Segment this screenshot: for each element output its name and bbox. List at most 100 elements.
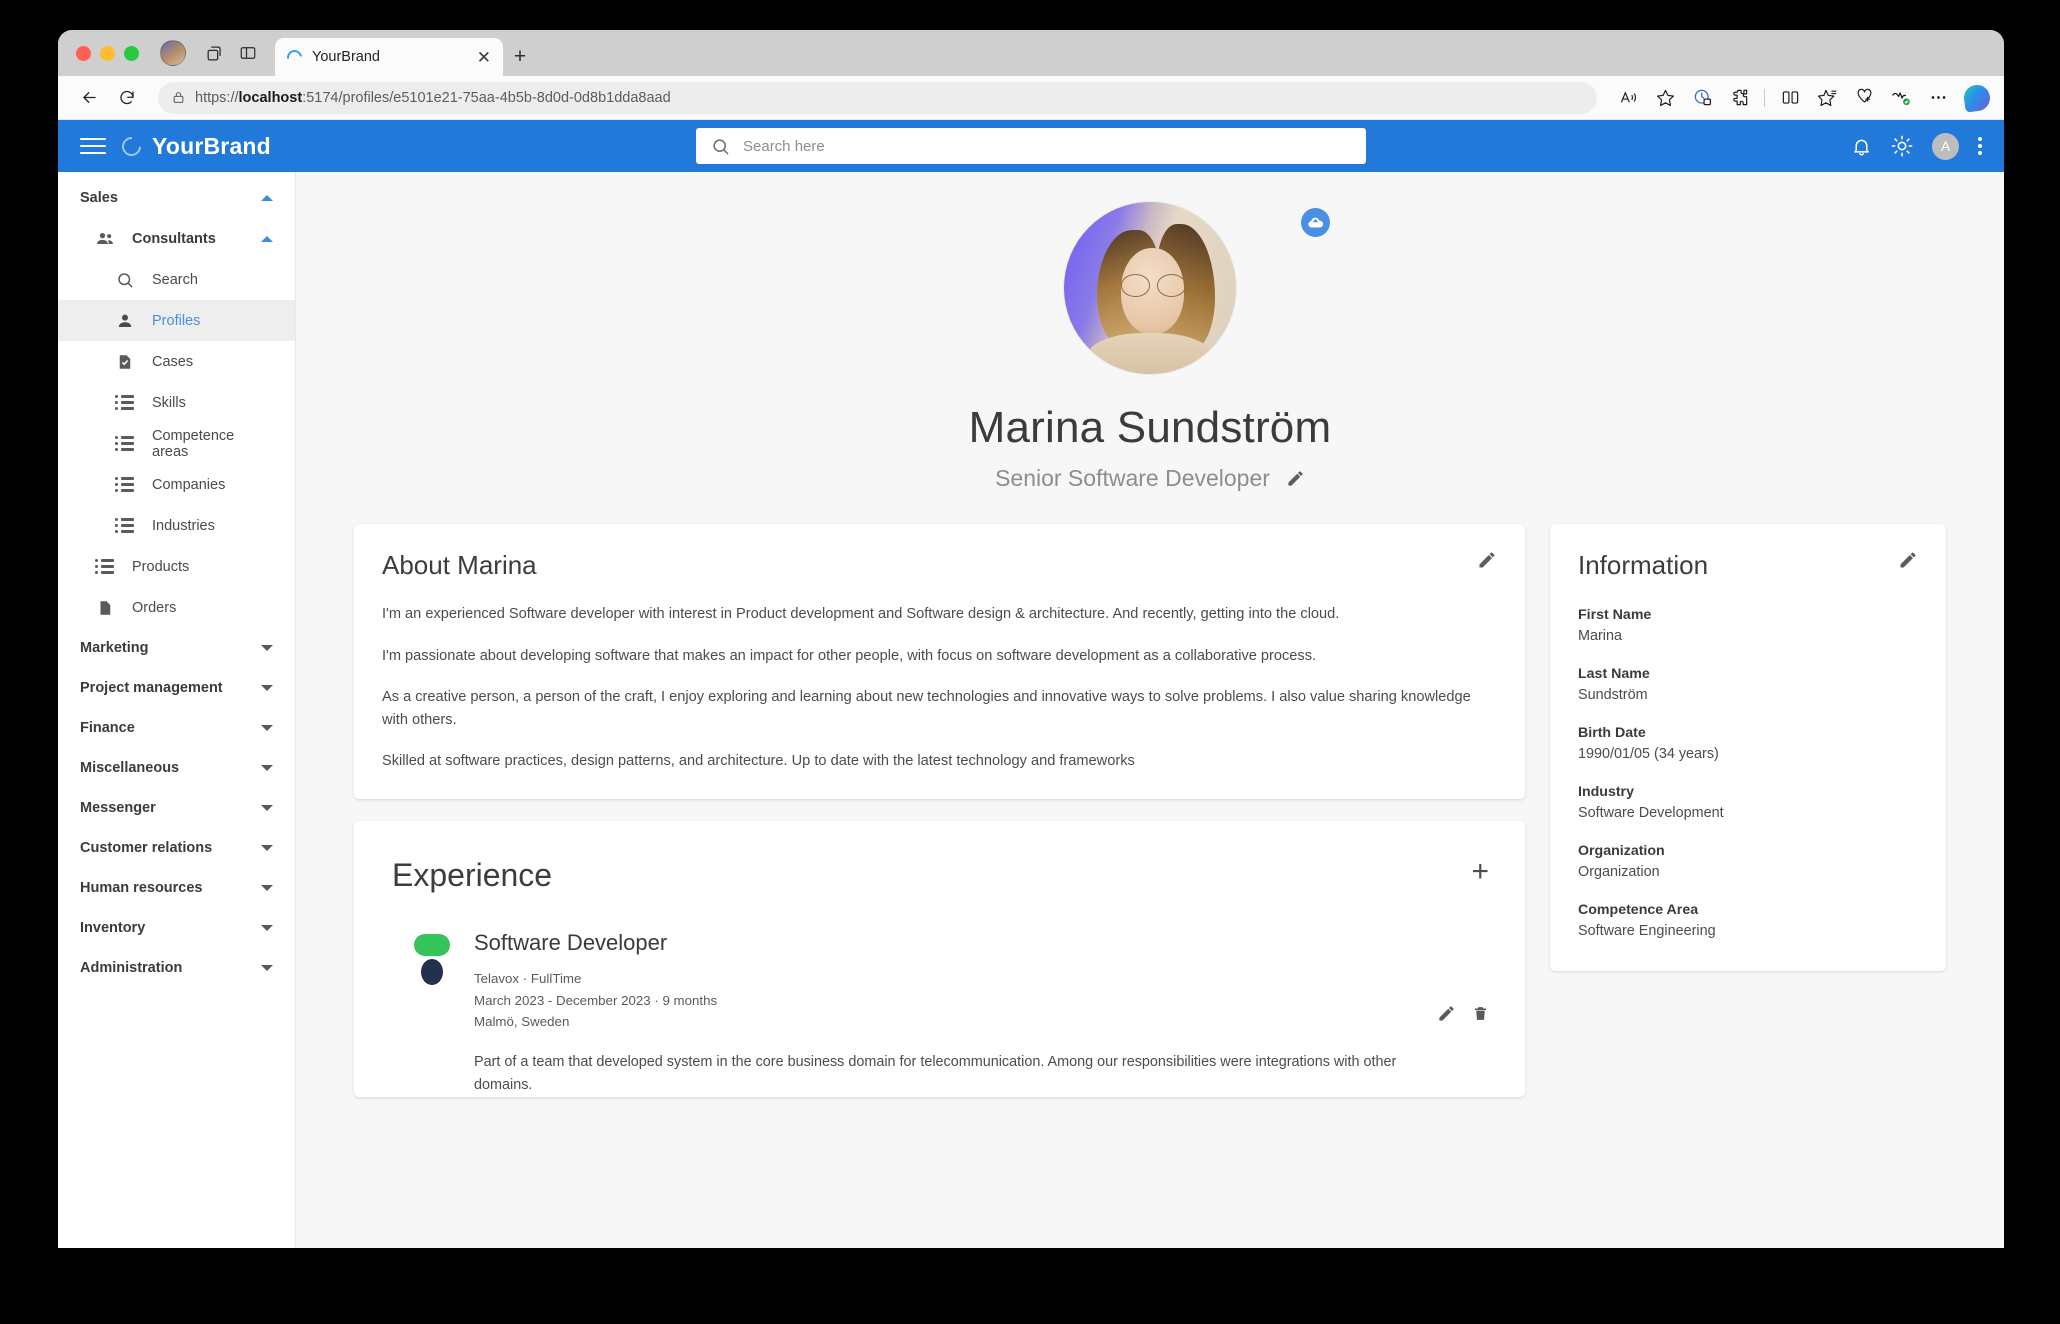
- sidebar-group-label: Miscellaneous: [80, 760, 180, 776]
- sidebar-item-consultants[interactable]: Consultants: [58, 218, 295, 259]
- sidebar: Sales Consultants Search Profiles Cases …: [58, 172, 296, 1248]
- telavox-logo-icon: [414, 930, 452, 1097]
- settings-more-icon[interactable]: [1921, 82, 1955, 114]
- sidebar-group-inventory[interactable]: Inventory: [58, 908, 295, 948]
- tracking-prevention-icon[interactable]: [1685, 82, 1719, 114]
- extensions-icon[interactable]: [1722, 82, 1756, 114]
- bell-icon[interactable]: [1851, 136, 1872, 157]
- experience-company: Telavox · FullTime: [474, 971, 582, 987]
- sidebar-group-customer-relations[interactable]: Customer relations: [58, 828, 295, 868]
- sidebar-item-skills[interactable]: Skills: [58, 382, 295, 423]
- avatar[interactable]: A: [1932, 132, 1959, 160]
- close-window-button[interactable]: [76, 45, 91, 61]
- sidebar-item-cases[interactable]: Cases: [58, 341, 295, 382]
- chevron-down-icon: [261, 685, 273, 691]
- sidebar-group-label: Administration: [80, 960, 183, 976]
- experience-title: Experience: [392, 857, 553, 894]
- sidebar-item-orders[interactable]: Orders: [58, 587, 295, 628]
- info-field-birth-date: Birth Date 1990/01/05 (34 years): [1578, 725, 1918, 762]
- people-icon: [94, 229, 115, 249]
- trash-icon[interactable]: [1472, 1005, 1489, 1027]
- sidebar-item-search[interactable]: Search: [58, 259, 295, 300]
- sidebar-item-products[interactable]: Products: [58, 546, 295, 587]
- info-label: Last Name: [1578, 666, 1650, 682]
- maximize-window-button[interactable]: [124, 45, 139, 61]
- hamburger-menu-icon[interactable]: [80, 138, 106, 154]
- sidebar-group-miscellaneous[interactable]: Miscellaneous: [58, 748, 295, 788]
- info-value: Software Development: [1578, 805, 1724, 821]
- chevron-down-icon: [261, 725, 273, 731]
- profile-header: Marina Sundström Senior Software Develop…: [296, 172, 2004, 492]
- sidebar-item-companies[interactable]: Companies: [58, 464, 295, 505]
- toolbar-divider: [1764, 88, 1765, 107]
- sidebar-group-label: Messenger: [80, 800, 156, 816]
- cloud-upload-icon[interactable]: [1301, 208, 1330, 237]
- document-check-icon: [114, 353, 135, 371]
- tab-groups-icon[interactable]: [197, 30, 231, 76]
- sidebar-group-label: Marketing: [80, 640, 149, 656]
- browser-tab[interactable]: YourBrand ✕: [275, 38, 503, 76]
- profile-avatar-icon[interactable]: [160, 40, 186, 66]
- new-tab-button[interactable]: +: [503, 38, 537, 76]
- search-input[interactable]: [743, 137, 1351, 155]
- page-title: Marina Sundström: [968, 403, 1332, 452]
- sidebar-item-label: Competence areas: [152, 427, 235, 460]
- add-favorite-icon[interactable]: [1847, 82, 1881, 114]
- browser-essentials-icon[interactable]: [1884, 82, 1918, 114]
- sidebar-group-marketing[interactable]: Marketing: [58, 628, 295, 668]
- split-pane-icon[interactable]: [231, 30, 265, 76]
- pencil-icon[interactable]: [1477, 550, 1497, 570]
- sidebar-group-messenger[interactable]: Messenger: [58, 788, 295, 828]
- split-screen-icon[interactable]: [1773, 82, 1807, 114]
- sidebar-item-competence-areas[interactable]: Competence areas: [58, 423, 295, 464]
- list-icon: [114, 477, 135, 492]
- about-title: About Marina: [382, 550, 537, 580]
- pencil-icon[interactable]: [1898, 550, 1918, 570]
- sidebar-group-finance[interactable]: Finance: [58, 708, 295, 748]
- brand-name: YourBrand: [152, 132, 271, 159]
- sidebar-group-project-management[interactable]: Project management: [58, 668, 295, 708]
- pencil-icon[interactable]: [1286, 469, 1305, 488]
- sidebar-item-label: Companies: [152, 476, 226, 493]
- sun-icon[interactable]: [1891, 135, 1913, 157]
- info-field-industry: Industry Software Development: [1578, 784, 1918, 821]
- info-label: Organization: [1578, 843, 1665, 859]
- sidebar-item-profiles[interactable]: Profiles: [58, 300, 295, 341]
- browser-addressbar: https://localhost:5174/profiles/e5101e21…: [58, 76, 2004, 120]
- chevron-down-icon: [261, 885, 273, 891]
- sidebar-item-label: Industries: [152, 517, 215, 534]
- url-text: https://localhost:5174/profiles/e5101e21…: [195, 89, 671, 106]
- close-icon[interactable]: ✕: [477, 49, 491, 66]
- info-label: Birth Date: [1578, 725, 1646, 741]
- info-label: Industry: [1578, 784, 1634, 800]
- info-value: Organization: [1578, 864, 1660, 880]
- sidebar-group-human-resources[interactable]: Human resources: [58, 868, 295, 908]
- refresh-icon[interactable]: [110, 82, 144, 114]
- copilot-icon[interactable]: [1962, 82, 1992, 113]
- sidebar-group-sales[interactable]: Sales: [58, 178, 295, 218]
- about-paragraph: I'm passionate about developing software…: [382, 647, 1317, 664]
- sidebar-group-administration[interactable]: Administration: [58, 948, 295, 988]
- pencil-icon[interactable]: [1437, 1004, 1456, 1028]
- about-card: About Marina I'm an experienced Software…: [354, 524, 1525, 800]
- url-input[interactable]: https://localhost:5174/profiles/e5101e21…: [158, 81, 1597, 114]
- sidebar-item-label: Search: [152, 271, 198, 288]
- loading-spinner-icon: [284, 46, 305, 68]
- experience-dates: March 2023 - December 2023 · 9 months: [474, 992, 718, 1008]
- minimize-window-button[interactable]: [100, 45, 115, 61]
- sidebar-group-label: Finance: [80, 720, 135, 736]
- sidebar-item-label: Consultants: [132, 230, 216, 247]
- about-paragraph: Skilled at software practices, design pa…: [382, 753, 1135, 770]
- list-icon: [114, 395, 135, 410]
- favorite-star-icon[interactable]: [1648, 82, 1682, 114]
- read-aloud-icon[interactable]: [1611, 82, 1645, 114]
- sidebar-item-label: Profiles: [152, 312, 201, 329]
- info-field-first-name: First Name Marina: [1578, 607, 1918, 644]
- add-experience-button[interactable]: +: [1471, 857, 1489, 887]
- info-label: Competence Area: [1578, 902, 1699, 918]
- browser-window: YourBrand ✕ + https://localhost:5174/pro…: [58, 30, 2004, 1248]
- sidebar-item-industries[interactable]: Industries: [58, 505, 295, 546]
- collections-icon[interactable]: [1810, 82, 1844, 114]
- back-icon[interactable]: [72, 82, 106, 114]
- kebab-menu-icon[interactable]: [1978, 137, 1982, 155]
